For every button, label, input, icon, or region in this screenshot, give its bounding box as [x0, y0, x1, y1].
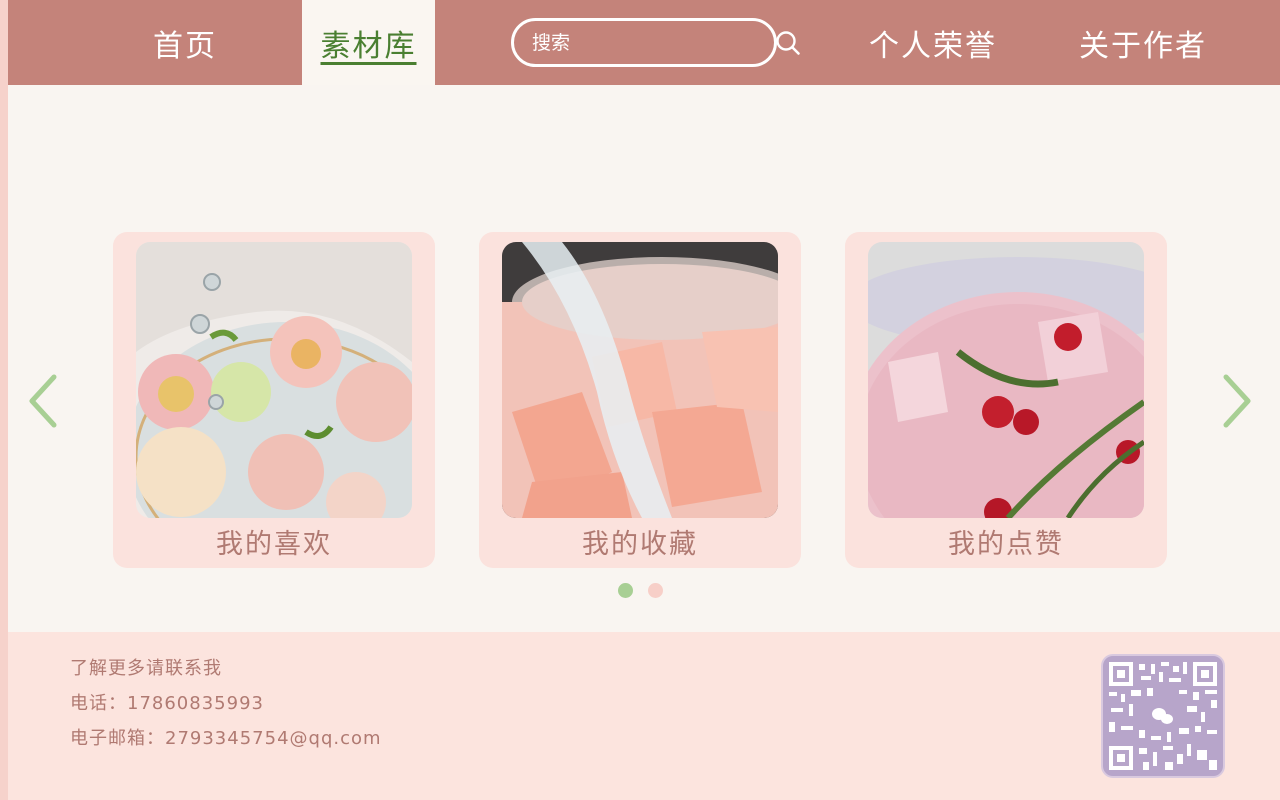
nav-home[interactable]: 首页	[120, 0, 250, 85]
card-image-flowers	[136, 242, 412, 518]
card-image-drink	[868, 242, 1144, 518]
top-nav: 首页 素材库 个人荣誉 关于作者	[8, 0, 1280, 85]
wechat-qr-code	[1101, 654, 1225, 778]
footer-phone: 电话：17860835993	[70, 693, 264, 714]
search-box[interactable]	[511, 18, 800, 67]
nav-about[interactable]: 关于作者	[1078, 0, 1208, 85]
search-icon[interactable]	[775, 29, 801, 57]
search-input[interactable]	[532, 31, 775, 54]
card-my-likes-thumbs[interactable]: 我的点赞	[845, 232, 1167, 568]
carousel-next-button[interactable]	[1218, 370, 1258, 432]
nav-library[interactable]: 素材库	[302, 0, 435, 85]
carousel-prev-button[interactable]	[22, 370, 62, 432]
chevron-left-icon	[29, 374, 57, 428]
card-image-jelly	[502, 242, 778, 518]
footer-email: 电子邮箱：2793345754@qq.com	[70, 728, 382, 749]
footer: 了解更多请联系我 电话：17860835993 电子邮箱：2793345754@…	[8, 632, 1280, 800]
nav-honors[interactable]: 个人荣誉	[868, 0, 998, 85]
carousel-dot[interactable]	[648, 583, 663, 598]
card-label: 我的点赞	[948, 529, 1064, 560]
card-label: 我的喜欢	[216, 529, 332, 560]
left-edge-strip	[0, 0, 8, 800]
card-label: 我的收藏	[582, 529, 698, 560]
footer-contact-heading: 了解更多请联系我	[70, 658, 222, 679]
card-my-collection[interactable]: 我的收藏	[479, 232, 801, 568]
card-my-likes[interactable]: 我的喜欢	[113, 232, 435, 568]
chevron-right-icon	[1223, 374, 1251, 428]
carousel-dot-active[interactable]	[618, 583, 633, 598]
